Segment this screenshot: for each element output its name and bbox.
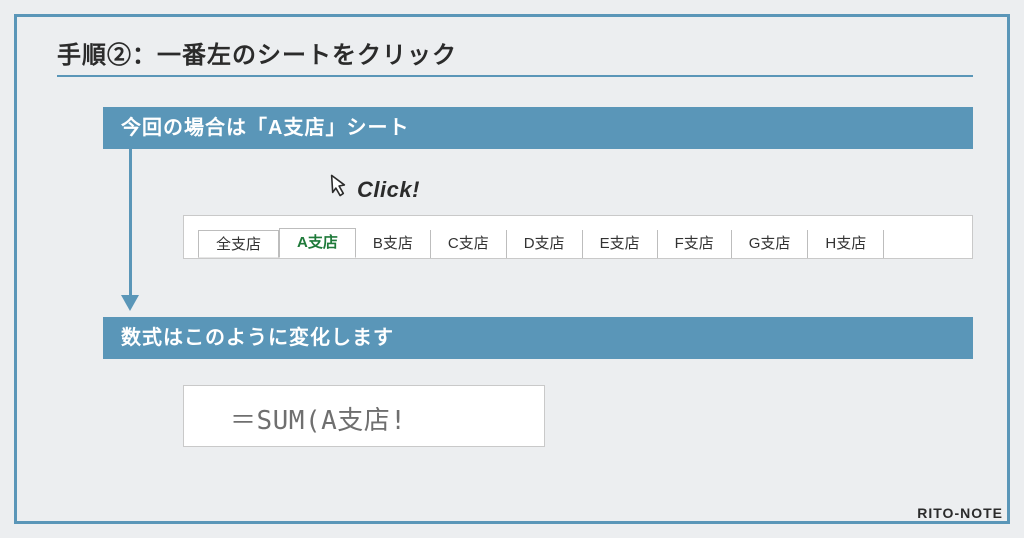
formula-bar: ＝SUM(A支店!	[183, 385, 545, 447]
sheet-tab[interactable]: H支店	[808, 230, 884, 258]
watermark: RITO-NOTE	[917, 505, 1003, 521]
pointing-hand-icon	[321, 169, 355, 203]
sheet-tab[interactable]: F支店	[658, 230, 732, 258]
click-annotation: Click!	[321, 169, 420, 203]
flow-arrow-head-icon	[121, 295, 139, 311]
formula-text: ＝SUM(A支店!	[230, 400, 406, 437]
sheet-tab[interactable]: A支店	[279, 228, 356, 258]
sheet-tab[interactable]: 全支店	[198, 230, 279, 258]
flow-arrow-line	[129, 149, 132, 297]
step-title: 手順②：一番左のシートをクリック	[57, 35, 457, 70]
sheet-tab[interactable]: G支店	[732, 230, 809, 258]
sheet-tabs-row: 全支店A支店B支店C支店D支店E支店F支店G支店H支店	[198, 230, 884, 258]
title-underline	[57, 75, 973, 77]
content-frame: 手順②：一番左のシートをクリック 今回の場合は「A支店」シート Click! 全…	[14, 14, 1010, 524]
sheet-tab[interactable]: B支店	[356, 230, 431, 258]
sheet-tab[interactable]: D支店	[507, 230, 583, 258]
callout-bar-1: 今回の場合は「A支店」シート	[103, 107, 973, 149]
sheet-tab[interactable]: C支店	[431, 230, 507, 258]
callout-bar-2: 数式はこのように変化します	[103, 317, 973, 359]
sheet-tabs-panel: 全支店A支店B支店C支店D支店E支店F支店G支店H支店	[183, 215, 973, 259]
sheet-tab[interactable]: E支店	[583, 230, 658, 258]
click-label: Click!	[357, 177, 420, 203]
